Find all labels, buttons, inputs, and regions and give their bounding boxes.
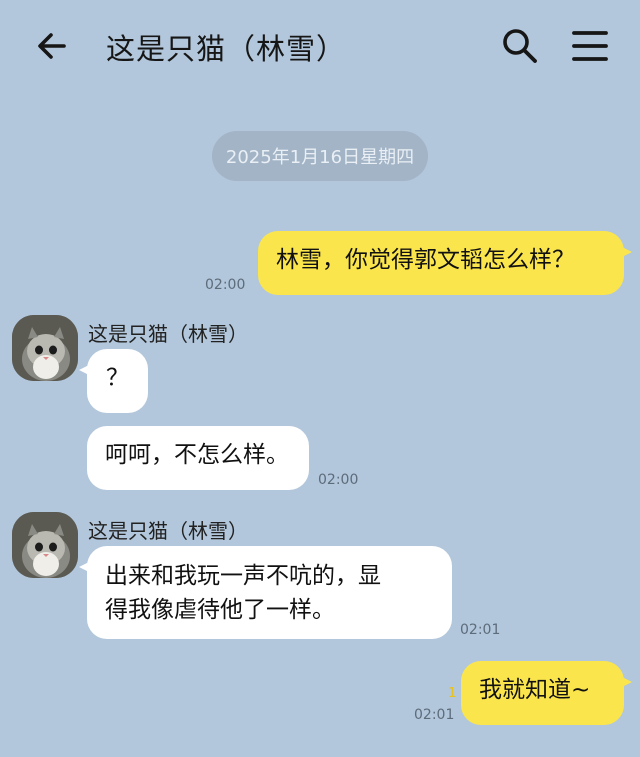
message-text: 呵呵，不怎么样。 — [105, 442, 289, 468]
message-text-line: 出来和我玩一声不吭的，显 — [105, 563, 381, 589]
message-time: 02:00 — [318, 472, 359, 488]
message-time: 02:01 — [414, 707, 455, 723]
unread-count: 1 — [448, 686, 457, 701]
message-text: 林雪，你觉得郭文韬怎么样？ — [276, 247, 575, 273]
my-message-bubble[interactable]: 我就知道~ — [461, 661, 632, 725]
message-time: 02:01 — [460, 622, 501, 638]
cat-avatar-icon — [12, 315, 78, 381]
sender-name: 这是只猫（林雪） — [88, 322, 248, 346]
my-message-bubble[interactable]: 林雪，你觉得郭文韬怎么样？ — [258, 231, 632, 295]
sender-name: 这是只猫（林雪） — [88, 519, 248, 543]
chat-title: 这是只猫（林雪） — [106, 32, 347, 66]
search-icon[interactable] — [500, 26, 540, 66]
chat-header: 这是只猫（林雪） — [0, 0, 640, 92]
their-message-bubble[interactable]: 出来和我玩一声不吭的，显 得我像虐待他了一样。 — [79, 546, 452, 639]
message-text: ？ — [106, 365, 129, 391]
cat-avatar-icon — [12, 512, 78, 578]
their-message-bubble[interactable]: ？ — [79, 349, 148, 413]
message-text-line: 得我像虐待他了一样。 — [105, 597, 335, 623]
message-text: 我就知道~ — [479, 677, 591, 703]
back-arrow-icon[interactable] — [34, 28, 70, 64]
message-time: 02:00 — [205, 277, 246, 293]
menu-icon[interactable] — [570, 26, 610, 66]
their-message-bubble[interactable]: 呵呵，不怎么样。 — [87, 426, 309, 490]
avatar[interactable] — [12, 315, 78, 381]
date-divider: 2025年1月16日星期四 — [212, 131, 428, 181]
avatar[interactable] — [12, 512, 78, 578]
